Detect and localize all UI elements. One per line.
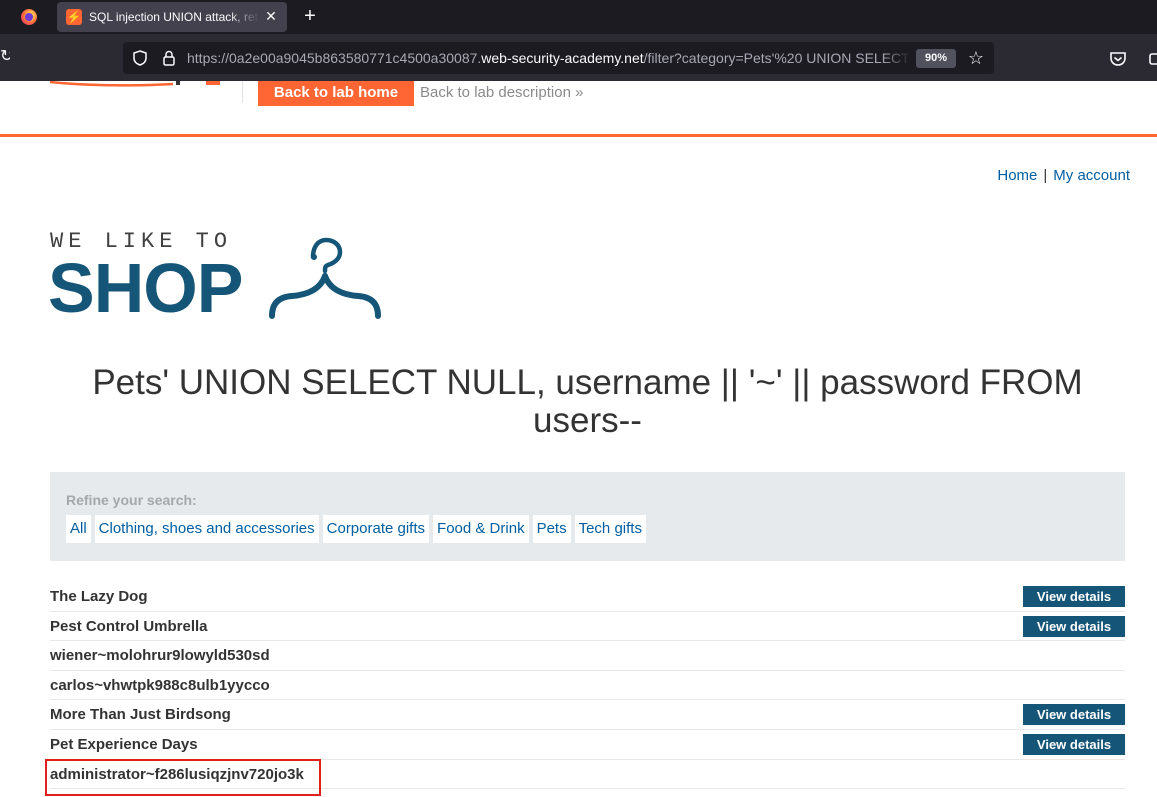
filter-link-food-drink[interactable]: Food & Drink [433,515,529,543]
url-text[interactable]: https://0a2e00a9045b863580771c4500a30087… [187,50,911,67]
filter-link-all[interactable]: All [66,515,91,543]
product-name: Pest Control Umbrella [50,617,208,635]
clothes-hanger-icon [269,237,381,319]
product-name: The Lazy Dog [50,588,148,605]
firefox-icon [21,9,37,25]
we-like-to-shop-logo: WE LIKE TO SHOP [48,230,388,326]
lab-banner: Back to lab home Back to lab description… [0,81,1157,137]
url-domain: web-security-academy.net [481,50,644,66]
tracking-shield-icon[interactable] [133,50,147,66]
page-heading: Pets' UNION SELECT NULL, username || '~'… [92,363,1083,440]
my-account-link[interactable]: My account [1053,167,1130,184]
url-path: /filter?category=Pets'%20 UNION SELECT N… [643,50,911,66]
url-prefix: https://0a2e00a9045b863580771c4500a30087… [187,50,482,66]
back-to-lab-description-label: Back to lab description [420,84,571,101]
product-name: Pet Experience Days [50,735,198,753]
zoom-level-badge[interactable]: 90% [916,49,956,68]
lock-icon[interactable] [163,50,175,66]
table-row: Pet Experience Days View details [50,730,1125,760]
browser-tab-active[interactable]: ⚡ SQL injection UNION attack, retrieving… [57,2,287,32]
category-filter-links: All Clothing, shoes and accessories Corp… [66,515,650,543]
table-row: carlos~vhwtpk988c8ulb1yycco [50,671,1125,701]
browser-nav-bar: ↻ https://0a2e00a9045b863580771c4500a300… [0,34,1157,81]
view-details-button[interactable]: View details [1023,615,1125,637]
table-row: Pest Control Umbrella View details [50,612,1125,642]
pocket-icon[interactable] [1109,50,1127,68]
table-row: More Than Just Birdsong View details [50,700,1125,730]
extensions-icon[interactable] [1149,50,1157,68]
highlight-annotation-box [45,759,321,796]
table-row: wiener~molohrur9lowyld530sd [50,641,1125,671]
nav-separator: | [1043,167,1048,184]
close-tab-icon[interactable]: ✕ [262,7,280,25]
lightning-favicon-icon: ⚡ [66,9,82,25]
back-to-lab-description-link[interactable]: Back to lab description » [420,83,600,103]
filter-link-clothing[interactable]: Clothing, shoes and accessories [94,515,319,543]
table-row: The Lazy Dog View details [50,582,1125,612]
web-security-academy-logo [49,81,220,87]
filter-link-tech-gifts[interactable]: Tech gifts [574,515,646,543]
new-tab-button[interactable]: + [298,4,322,28]
home-link[interactable]: Home [997,167,1037,184]
address-bar[interactable]: https://0a2e00a9045b863580771c4500a30087… [123,42,994,74]
view-details-button[interactable]: View details [1023,586,1125,607]
browser-tab-bar: ⚡ SQL injection UNION attack, retrieving… [0,0,1157,34]
leaked-credential: carlos~vhwtpk988c8ulb1yycco [50,676,270,694]
bookmark-star-icon[interactable]: ☆ [966,48,986,68]
view-details-button[interactable]: View details [1023,733,1125,755]
account-nav: Home | My account [980,166,1130,186]
view-details-button[interactable]: View details [1023,704,1125,726]
banner-divider [242,81,243,103]
leaked-credential: wiener~molohrur9lowyld530sd [50,647,270,665]
filter-label: Refine your search: [66,492,197,508]
reload-icon[interactable]: ↻ [0,47,10,67]
filter-link-pets[interactable]: Pets [532,515,571,543]
tab-title: SQL injection UNION attack, retrieving m… [89,10,259,24]
filter-link-corporate-gifts[interactable]: Corporate gifts [322,515,430,543]
logo-word: SHOP [48,249,243,327]
product-name: More Than Just Birdsong [50,706,231,724]
filter-panel: Refine your search: All Clothing, shoes … [50,472,1125,561]
double-chevron-right-icon: » [575,84,584,101]
firefox-menu-tab[interactable] [14,6,44,28]
back-to-lab-home-button[interactable]: Back to lab home [258,81,414,106]
